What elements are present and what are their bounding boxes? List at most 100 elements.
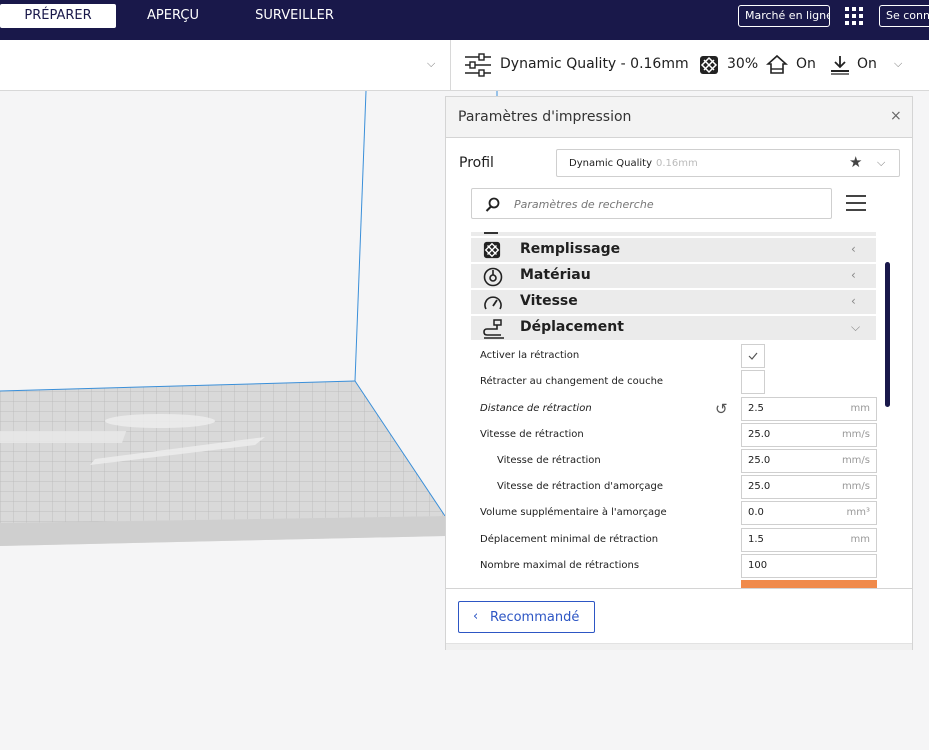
setting-row-retract-layer-change: Rétracter au changement de couche <box>480 370 876 394</box>
setting-label: Nombre maximal de rétractions <box>480 560 640 571</box>
chevron-left-icon: ‹ <box>851 268 856 282</box>
profile-layer-height: 0.16mm <box>656 158 698 169</box>
panel-resize-handle[interactable] <box>446 643 912 650</box>
setting-row-retraction-prime-speed: Vitesse de rétraction d'amorçage 25.0 mm… <box>480 475 877 499</box>
setting-input[interactable]: 2.5 mm <box>741 397 877 421</box>
setting-unit: mm/s <box>841 455 870 466</box>
partial-category-icon <box>484 232 498 234</box>
setting-input[interactable]: 25.0 mm/s <box>741 449 877 473</box>
list-top-partial-row <box>471 232 876 236</box>
chevron-down-icon: ⌵ <box>877 156 886 169</box>
panel-header: Paramètres d'impression × <box>446 97 912 138</box>
category-infill[interactable]: Remplissage ‹ <box>471 238 876 262</box>
top-bar: PRÉPARER APERÇU SURVEILLER Marché en lig… <box>0 0 929 40</box>
adhesion-icon <box>831 56 849 75</box>
settings-search <box>471 188 832 219</box>
setting-row-retraction-enable: Activer la rétraction <box>480 344 876 368</box>
material-icon <box>483 267 503 287</box>
setting-label: Vitesse de rétraction d'amorçage <box>497 481 664 492</box>
setting-unit: mm <box>850 534 870 545</box>
check-icon <box>748 352 758 360</box>
settings-scrollbar[interactable] <box>885 262 890 407</box>
chevron-left-icon: ‹ <box>851 294 856 308</box>
tab-prepare[interactable]: PRÉPARER <box>0 4 116 28</box>
support-value: On <box>796 56 816 72</box>
recommended-button[interactable]: ‹ Recommandé <box>458 601 595 633</box>
profile-label: Profil <box>459 155 494 171</box>
setting-label: Déplacement minimal de rétraction <box>480 534 659 545</box>
setting-label: Activer la rétraction <box>480 350 580 361</box>
checkbox-unchecked[interactable] <box>741 370 765 394</box>
setting-label: Vitesse de rétraction <box>497 455 601 466</box>
apps-button[interactable] <box>840 4 868 28</box>
checkbox-checked[interactable] <box>741 344 765 368</box>
setting-value: 1.5 <box>748 534 764 545</box>
reset-icon[interactable]: ↺ <box>715 400 728 418</box>
setting-input[interactable]: 25.0 mm/s <box>741 475 877 499</box>
setting-input[interactable]: 1.5 mm <box>741 528 877 552</box>
search-input[interactable] <box>512 194 816 214</box>
printer-chevron-down-icon[interactable]: ⌵ <box>427 57 435 71</box>
apps-grid-icon <box>845 7 863 25</box>
panel-title: Paramètres d'impression <box>458 109 632 125</box>
chevron-down-icon: ⌵ <box>851 320 861 334</box>
search-icon <box>485 197 500 212</box>
setting-value: 25.0 <box>748 455 771 466</box>
setting-row-retraction-distance: Distance de rétraction ↺ 2.5 mm <box>480 397 877 421</box>
setting-value: 100 <box>748 560 768 571</box>
highlighted-setting-input[interactable] <box>741 580 877 588</box>
category-speed[interactable]: Vitesse ‹ <box>471 290 876 314</box>
setting-value: 0.0 <box>748 507 764 518</box>
setting-label: Volume supplémentaire à l'amorçage <box>480 507 667 518</box>
recommended-label: Recommandé <box>490 610 580 625</box>
category-label: Matériau <box>520 267 591 283</box>
quality-chevron-down-icon[interactable]: ⌵ <box>894 57 902 71</box>
setting-row-retraction-retract-speed: Vitesse de rétraction 25.0 mm/s <box>480 449 877 473</box>
infill-icon <box>483 241 501 259</box>
setting-value: 25.0 <box>748 481 771 492</box>
quality-profile-label[interactable]: Dynamic Quality - 0.16mm <box>500 56 689 72</box>
category-label: Déplacement <box>520 319 624 335</box>
setting-row-max-retraction-count: Nombre maximal de rétractions 100 <box>480 554 877 578</box>
support-icon <box>766 54 788 74</box>
travel-icon <box>483 319 504 339</box>
setting-label: Distance de rétraction <box>480 403 592 414</box>
print-settings-panel: Paramètres d'impression × Profil Dynamic… <box>445 96 913 650</box>
stage-divider <box>450 40 451 90</box>
stage-bar: ⌵ Dynamic Quality - 0.16mm 30% On On ⌵ <box>0 40 929 91</box>
setting-label: Vitesse de rétraction <box>480 429 584 440</box>
setting-unit: mm/s <box>841 429 870 440</box>
category-label: Vitesse <box>520 293 578 309</box>
setting-value: 2.5 <box>748 403 764 414</box>
setting-row-min-travel: Déplacement minimal de rétraction 1.5 mm <box>480 528 877 552</box>
setting-value: 25.0 <box>748 429 771 440</box>
adhesion-value: On <box>857 56 877 72</box>
setting-input[interactable]: 100 <box>741 554 877 578</box>
infill-value: 30% <box>727 56 759 72</box>
setting-row-extra-prime-amount: Volume supplémentaire à l'amorçage 0.0 m… <box>480 501 877 525</box>
setting-unit: mm <box>850 403 870 414</box>
chevron-left-icon: ‹ <box>473 609 479 624</box>
setting-label: Rétracter au changement de couche <box>480 376 664 387</box>
hamburger-menu-icon[interactable] <box>846 195 866 213</box>
signin-button[interactable]: Se connecter <box>879 5 929 27</box>
setting-input[interactable]: 25.0 mm/s <box>741 423 877 447</box>
setting-unit: mm³ <box>846 507 871 518</box>
panel-footer-divider <box>446 588 912 589</box>
close-icon[interactable]: × <box>890 108 902 124</box>
tab-preview[interactable]: APERÇU <box>128 4 218 28</box>
category-material[interactable]: Matériau ‹ <box>471 264 876 288</box>
category-travel[interactable]: Déplacement ⌵ <box>471 316 876 340</box>
infill-icon <box>700 56 718 74</box>
setting-unit: mm/s <box>841 481 870 492</box>
chevron-left-icon: ‹ <box>851 242 856 256</box>
print-settings-icon[interactable] <box>464 53 492 77</box>
setting-input[interactable]: 0.0 mm³ <box>741 501 877 525</box>
profile-dropdown[interactable]: Dynamic Quality 0.16mm ★ ⌵ <box>556 149 900 177</box>
category-label: Remplissage <box>520 241 621 257</box>
star-icon[interactable]: ★ <box>849 153 862 171</box>
tab-monitor[interactable]: SURVEILLER <box>242 4 347 28</box>
marketplace-button[interactable]: Marché en ligne <box>738 5 830 27</box>
profile-name: Dynamic Quality 0.16mm <box>569 158 698 169</box>
speed-icon <box>484 296 502 310</box>
